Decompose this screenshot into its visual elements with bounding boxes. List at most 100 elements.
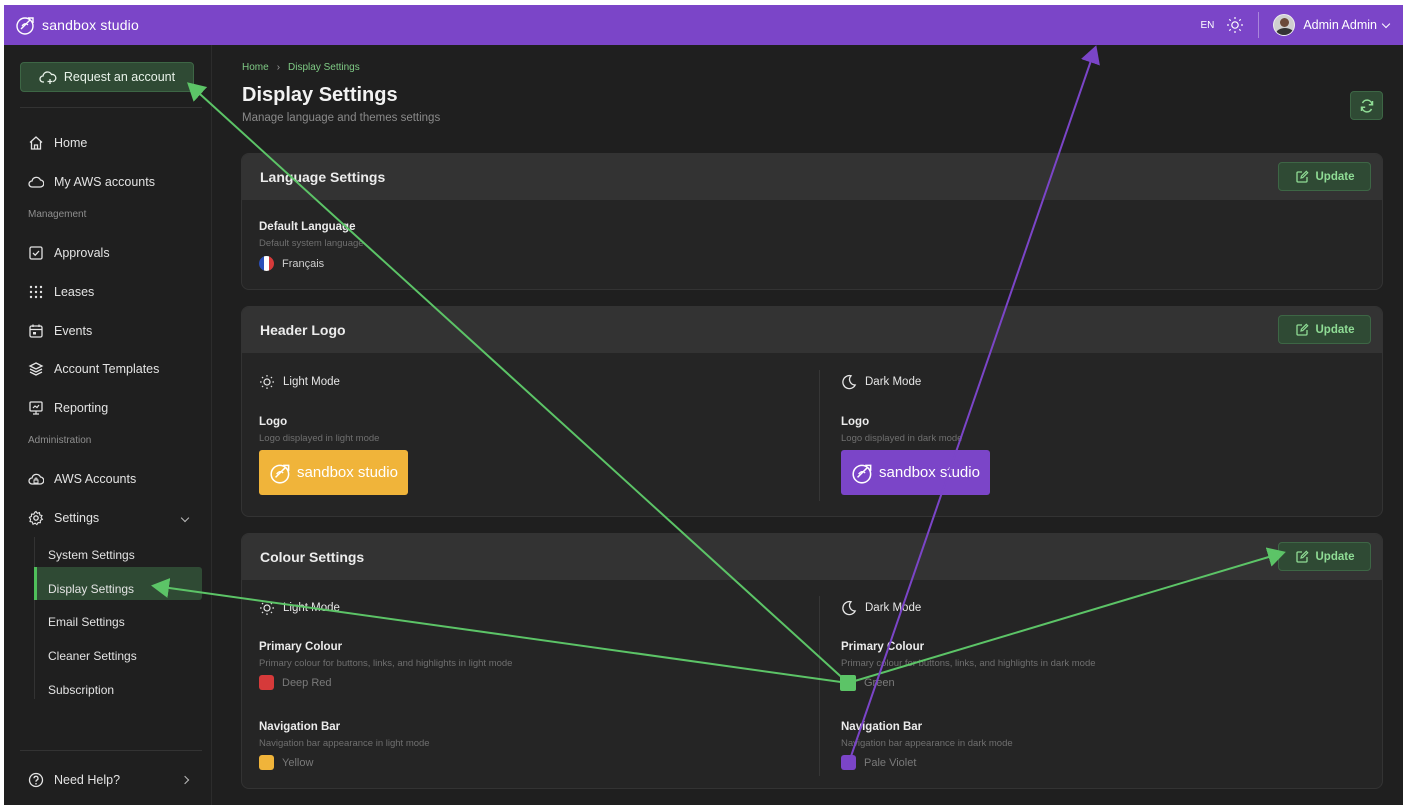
language-value-text: Français — [282, 257, 325, 270]
submenu-cleaner-settings[interactable]: Cleaner Settings — [48, 649, 137, 665]
field-label: Default Language — [259, 221, 356, 233]
mode-label-text: Light Mode — [283, 602, 340, 614]
card-header: Language Settings Update — [242, 154, 1382, 200]
breadcrumb-home-link[interactable]: Home — [242, 62, 269, 73]
update-colour-button[interactable]: Update — [1278, 542, 1371, 571]
card-header: Colour Settings Update — [242, 534, 1382, 580]
card-title: Language Settings — [260, 169, 386, 185]
language-switcher[interactable]: EN — [1200, 20, 1214, 31]
theme-toggle-sun-icon[interactable] — [1226, 16, 1244, 34]
field-description: Primary colour for buttons, links, and h… — [259, 658, 513, 669]
dark-nav-colour-value: Pale Violet — [841, 755, 916, 770]
field-description: Navigation bar appearance in light mode — [259, 738, 430, 749]
update-label: Update — [1315, 170, 1355, 183]
card-title: Header Logo — [260, 322, 346, 338]
edit-icon — [1295, 322, 1309, 336]
field-description: Primary colour for buttons, links, and h… — [841, 658, 1096, 669]
card-title: Colour Settings — [260, 549, 365, 565]
sidebar-item-approvals[interactable]: Approvals — [28, 243, 110, 263]
logo-preview-text: sandbox studio — [297, 464, 398, 481]
sandbox-logo-icon — [270, 464, 290, 484]
section-label-administration: Administration — [28, 435, 92, 446]
user-menu-name[interactable]: Admin Admin — [1303, 18, 1377, 32]
brand-name: sandbox studio — [42, 17, 139, 33]
divider — [1258, 12, 1260, 38]
field-label: Logo — [259, 416, 288, 428]
user-avatar[interactable] — [1273, 14, 1296, 36]
field-description: Default system language — [259, 238, 364, 249]
light-mode-label: Light Mode — [259, 374, 340, 390]
sidebar-item-events[interactable]: Events — [28, 321, 92, 341]
light-nav-colour-value: Yellow — [259, 755, 313, 770]
refresh-button[interactable] — [1350, 91, 1383, 120]
cloud-lock-icon — [28, 473, 44, 485]
colour-name: Pale Violet — [864, 756, 917, 769]
request-account-button[interactable]: Request an account — [20, 62, 194, 92]
page-subtitle: Manage language and themes settings — [242, 112, 441, 124]
colour-name: Green — [864, 676, 895, 689]
app-window: sandbox studio EN Admin Admin Request an… — [4, 5, 1403, 805]
colour-settings-card: Colour Settings Update Light Mode Dark M… — [241, 533, 1383, 789]
section-label-management: Management — [28, 209, 87, 220]
sidebar-item-home[interactable]: Home — [28, 133, 87, 153]
update-logo-button[interactable]: Update — [1278, 315, 1371, 344]
submenu-subscription[interactable]: Subscription — [48, 683, 114, 699]
logo-preview-text: sandbox studio — [879, 464, 980, 481]
sidebar-item-label: Home — [54, 136, 88, 150]
help-circle-icon — [28, 772, 44, 788]
field-label: Logo — [841, 416, 870, 428]
light-primary-colour-value: Deep Red — [259, 675, 332, 690]
light-mode-logo-preview: sandbox studio — [259, 450, 408, 495]
colour-swatch — [259, 675, 274, 690]
field-label: Navigation Bar — [259, 721, 341, 733]
header-logo-card: Header Logo Update Light Mode Dark Mode … — [241, 306, 1383, 517]
colour-swatch — [259, 755, 274, 770]
grid-dots-icon — [29, 285, 43, 299]
sidebar-item-leases[interactable]: Leases — [28, 282, 94, 302]
cloud-plus-icon — [39, 71, 57, 84]
brand-logo[interactable]: sandbox studio — [15, 14, 139, 36]
breadcrumb-separator-icon: › — [276, 62, 281, 73]
colour-name: Deep Red — [282, 676, 332, 689]
chevron-down-icon[interactable] — [1381, 19, 1391, 28]
sidebar-item-label: Events — [54, 324, 93, 338]
dark-mode-logo-preview: sandbox studio — [841, 450, 990, 495]
field-label: Navigation Bar — [841, 721, 923, 733]
submenu-guide-line — [34, 537, 35, 699]
sandbox-logo-icon — [852, 464, 872, 484]
layers-icon — [28, 362, 44, 376]
breadcrumb-current: Display Settings — [288, 62, 360, 73]
sidebar-item-settings[interactable]: Settings — [28, 508, 190, 528]
sidebar-item-label: Reporting — [54, 401, 109, 415]
calendar-icon — [29, 324, 43, 338]
page-title: Display Settings — [242, 84, 398, 106]
submenu-display-settings[interactable]: Display Settings — [48, 582, 134, 598]
dark-mode-label: Dark Mode — [841, 374, 921, 390]
sidebar-item-aws-accounts[interactable]: AWS Accounts — [28, 469, 136, 489]
need-help-button[interactable]: Need Help? — [28, 770, 190, 790]
update-label: Update — [1315, 550, 1355, 563]
field-description: Logo displayed in light mode — [259, 433, 380, 444]
france-flag-icon — [259, 256, 274, 271]
edit-icon — [1295, 169, 1309, 183]
sidebar: Request an account Home My AWS accounts … — [4, 45, 212, 805]
mode-label-text: Dark Mode — [865, 602, 922, 614]
sidebar-item-account-templates[interactable]: Account Templates — [28, 359, 159, 379]
sidebar-item-reporting[interactable]: Reporting — [28, 398, 108, 418]
colour-name: Yellow — [282, 756, 314, 769]
moon-icon — [842, 600, 857, 616]
cloud-icon — [28, 176, 44, 188]
divider — [20, 750, 202, 751]
sidebar-item-label: Approvals — [54, 246, 110, 260]
gear-icon — [28, 510, 44, 526]
submenu-email-settings[interactable]: Email Settings — [48, 615, 125, 631]
submenu-system-settings[interactable]: System Settings — [48, 548, 135, 564]
sidebar-item-label: My AWS accounts — [54, 175, 155, 189]
colour-swatch — [841, 755, 856, 770]
sidebar-item-my-aws-accounts[interactable]: My AWS accounts — [28, 172, 155, 192]
sidebar-item-label: Settings — [54, 511, 100, 525]
chevron-right-icon — [180, 775, 190, 785]
update-language-button[interactable]: Update — [1278, 162, 1371, 191]
submenu-active-indicator — [34, 567, 37, 600]
dark-primary-colour-value: Green — [841, 675, 895, 690]
